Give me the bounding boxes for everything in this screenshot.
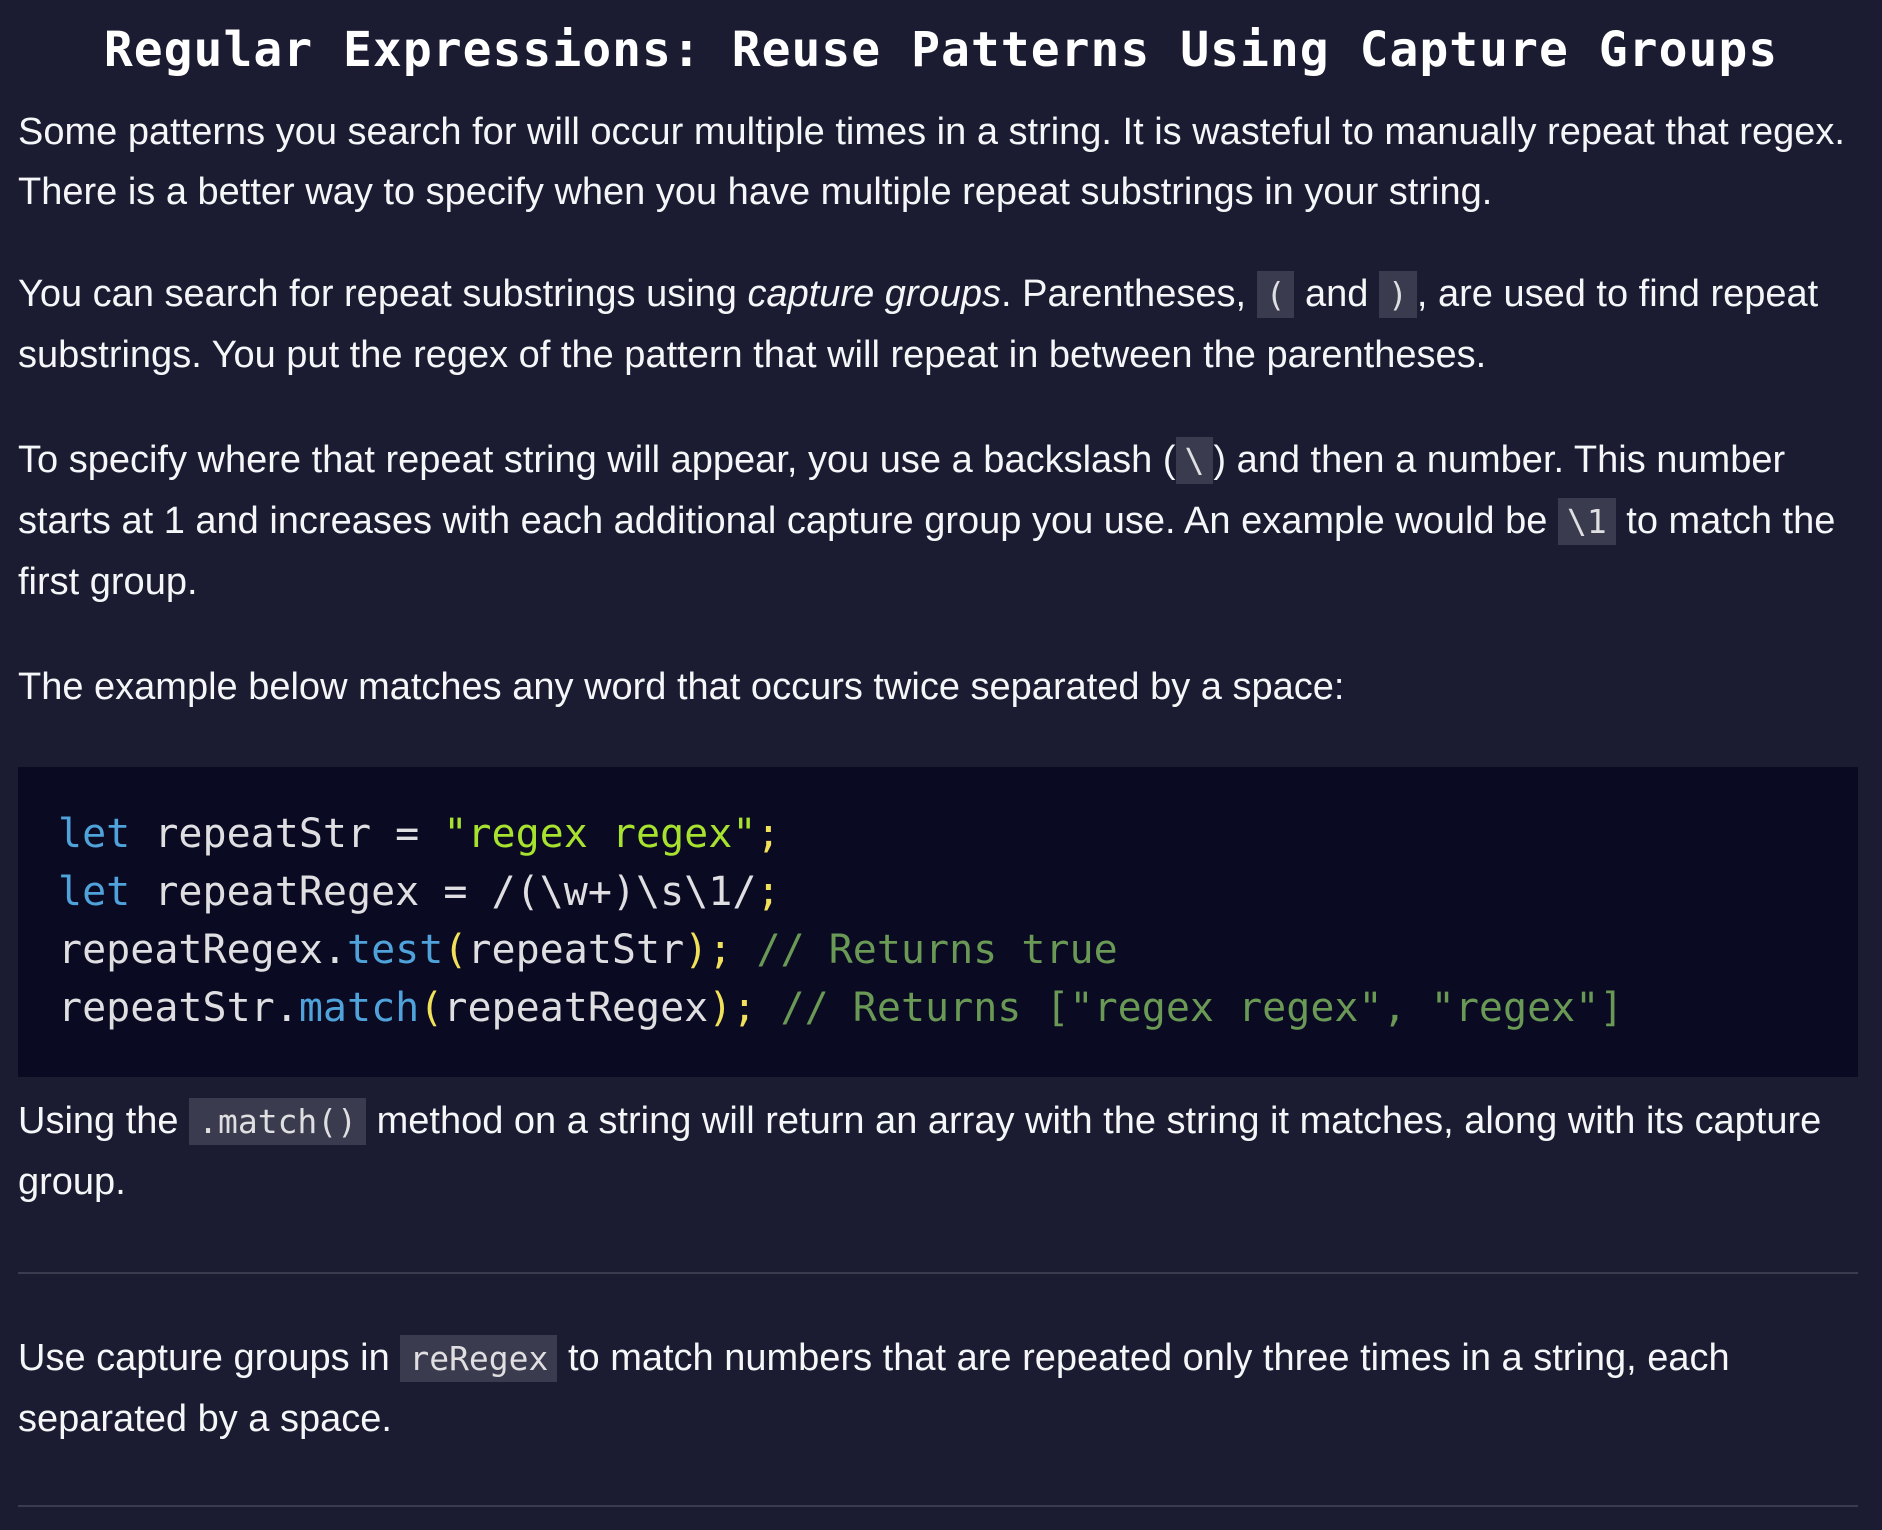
text: Using the (18, 1100, 190, 1142)
code-paren: ( (419, 985, 444, 1031)
text: and (1294, 273, 1379, 315)
code-semicolon: ; (756, 811, 781, 857)
inline-code-close-paren: ) (1378, 271, 1417, 318)
inline-code-backslash: \ (1175, 437, 1214, 484)
code-regex: /(\w+)\s\1/ (491, 869, 757, 915)
code-semicolon: ; (756, 869, 781, 915)
code-line-3: repeatRegex.test(repeatStr); // Returns … (58, 921, 1818, 979)
code-argument: repeatStr (467, 927, 685, 973)
section-divider (18, 1505, 1858, 1507)
paragraph-intro: Some patterns you search for will occur … (18, 111, 1845, 213)
code-semicolon: ; (732, 985, 757, 1031)
code-method: test (347, 927, 444, 973)
code-line-2: let repeatRegex = /(\w+)\s\1/; (58, 863, 1818, 921)
paragraph-example-intro: The example below matches any word that … (18, 666, 1345, 708)
code-identifier: repeatRegex (130, 869, 444, 915)
code-dot: . (274, 985, 299, 1031)
paragraph-instructions: Use capture groups in reRegex to match n… (18, 1328, 1864, 1449)
code-keyword: let (58, 869, 131, 915)
paragraph-backreference: To specify where that repeat string will… (18, 430, 1864, 612)
code-comment: // Returns true (732, 927, 1118, 973)
code-object: repeatRegex (58, 927, 323, 973)
inline-code-reregex: reRegex (400, 1335, 558, 1382)
code-paren: ) (684, 927, 709, 973)
code-object: repeatStr (58, 985, 275, 1031)
challenge-description: Regular Expressions: Reuse Patterns Usin… (0, 0, 1882, 1530)
code-dot: . (322, 927, 347, 973)
code-paren: ( (443, 927, 468, 973)
inline-code-backref: \1 (1557, 498, 1616, 545)
code-operator: = (443, 869, 468, 915)
code-operator: = (395, 811, 420, 857)
inline-code-match-method: .match() (189, 1098, 367, 1145)
code-method: match (298, 985, 420, 1031)
code-comment: // Returns ["regex regex", "regex"] (756, 985, 1624, 1031)
code-line-1: let repeatStr = "regex regex"; (58, 805, 1818, 863)
paragraph-capture-groups: You can search for repeat substrings usi… (18, 264, 1864, 385)
emphasis-capture-groups: capture groups (747, 273, 1001, 315)
challenge-title: Regular Expressions: Reuse Patterns Usin… (103, 22, 1779, 78)
code-argument: repeatRegex (443, 985, 709, 1031)
text: You can search for repeat substrings usi… (18, 273, 748, 315)
text: . Parentheses, (1000, 273, 1257, 315)
code-keyword: let (58, 811, 131, 857)
code-semicolon: ; (708, 927, 733, 973)
text: Use capture groups in (18, 1337, 401, 1379)
section-divider (18, 1272, 1858, 1274)
code-example-block: let repeatStr = "regex regex"; let repea… (18, 767, 1858, 1077)
text: To specify where that repeat string will… (18, 439, 1176, 481)
code-line-4: repeatStr.match(repeatRegex); // Returns… (58, 979, 1818, 1037)
code-string: "regex regex" (443, 811, 757, 857)
paragraph-match-method: Using the .match() method on a string wi… (18, 1091, 1864, 1212)
code-paren: ) (708, 985, 733, 1031)
code-identifier: repeatStr (130, 811, 396, 857)
inline-code-open-paren: ( (1256, 271, 1295, 318)
